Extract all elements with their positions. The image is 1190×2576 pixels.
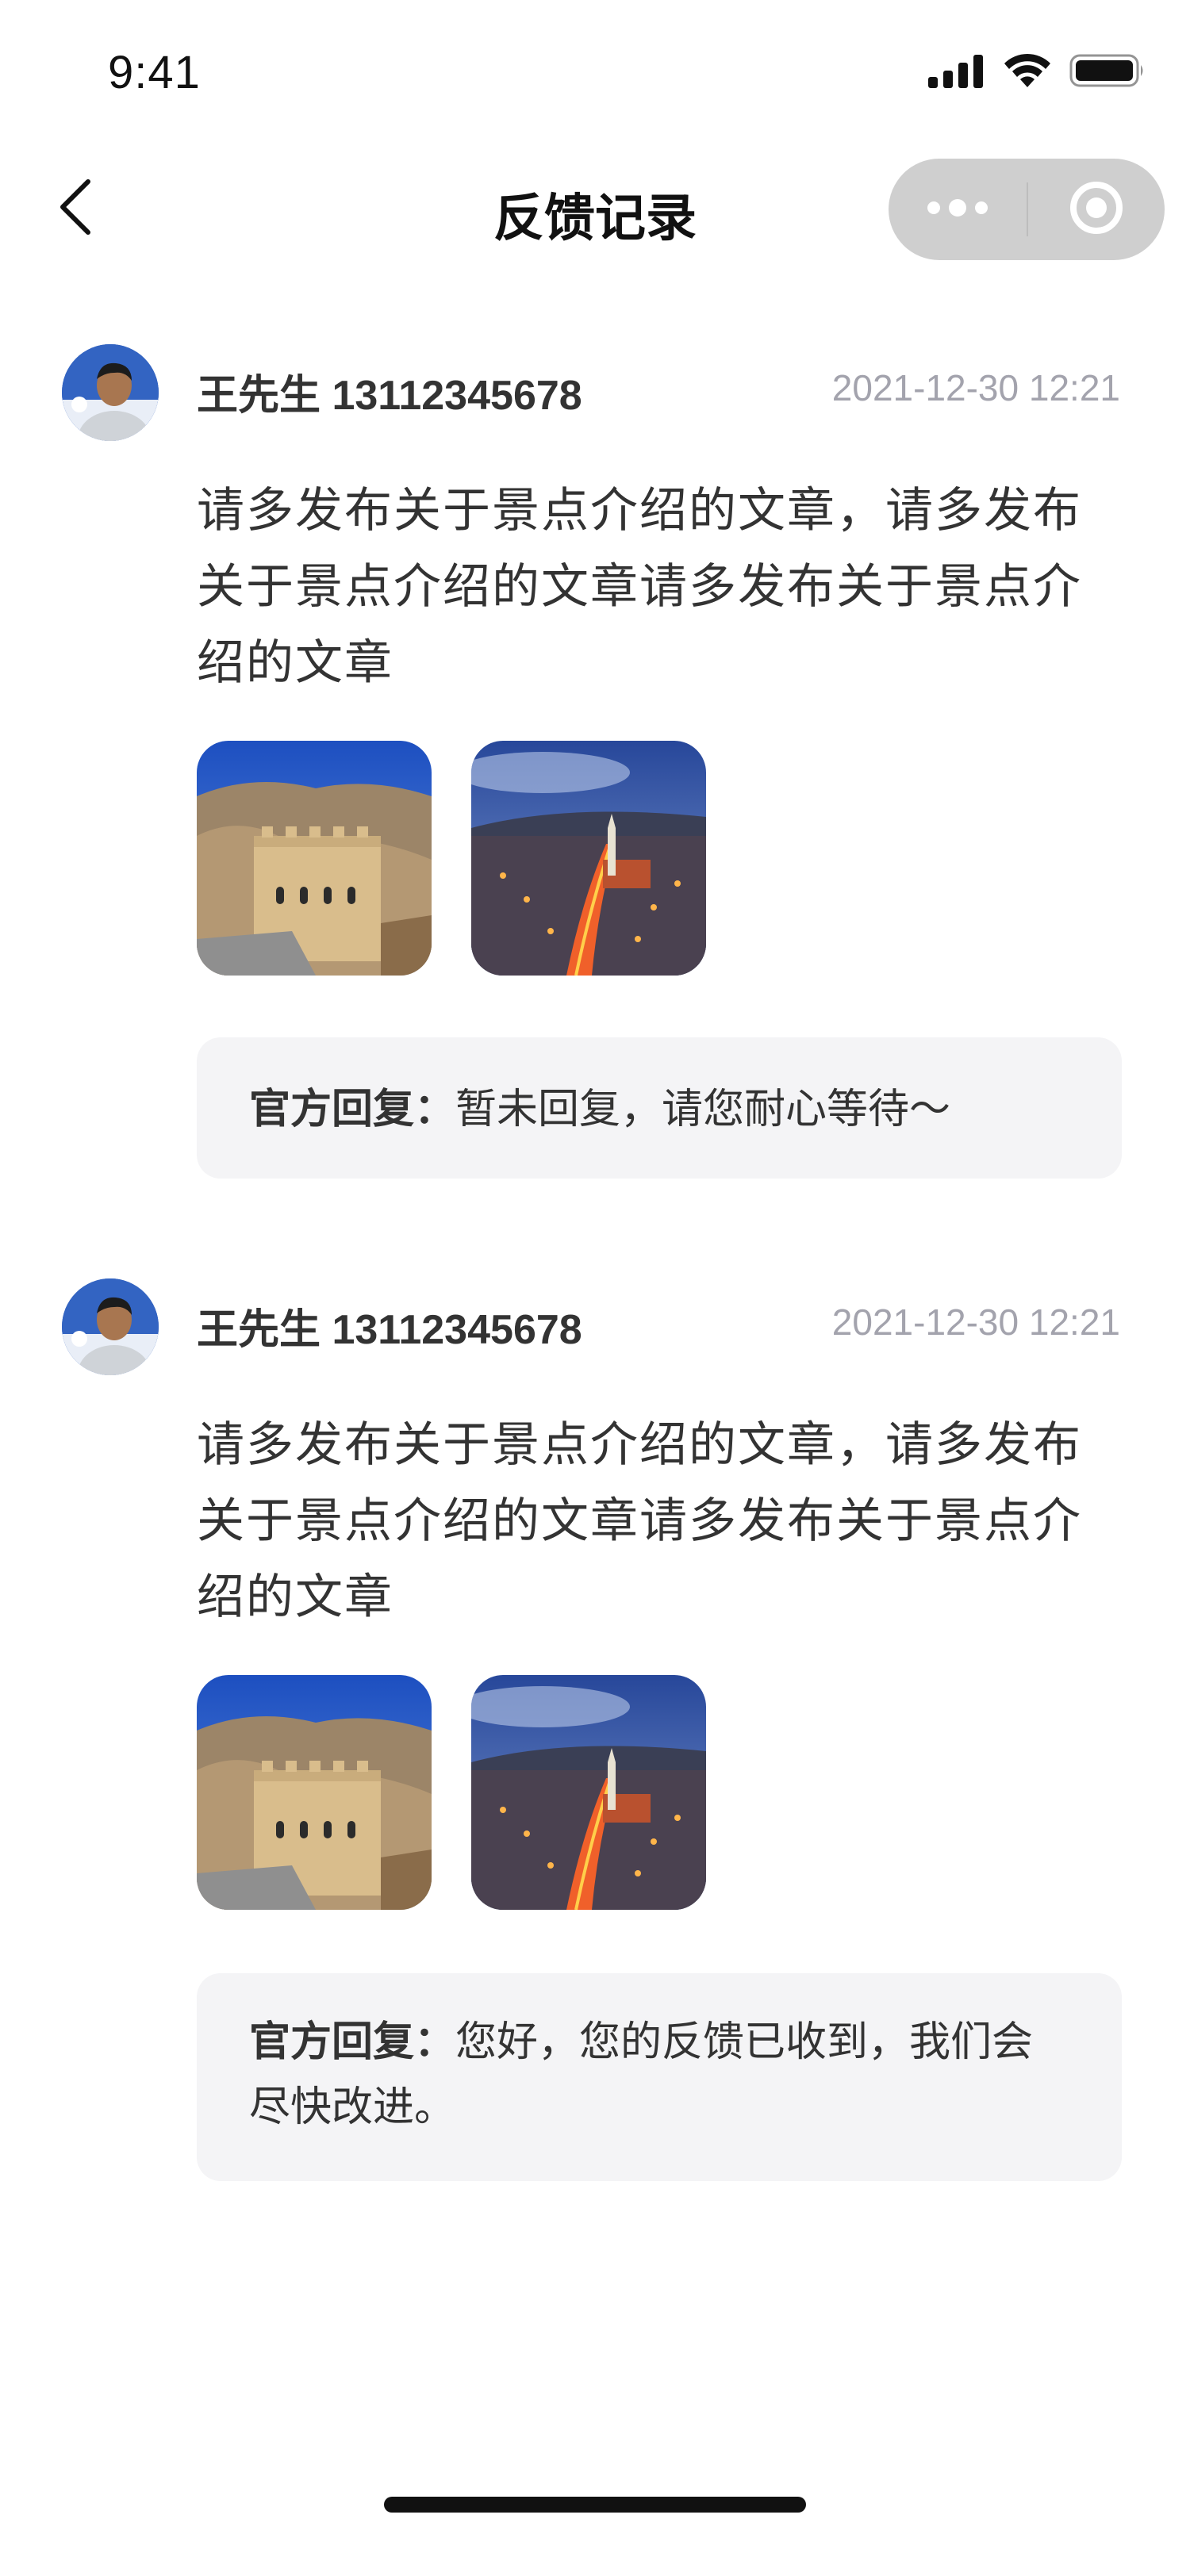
status-icons [928, 52, 1146, 93]
feedback-time: 2021-12-30 12:21 [831, 1301, 1120, 1343]
more-dots-icon [926, 198, 989, 221]
great-wall-photo[interactable] [197, 741, 432, 976]
wifi-icon [1003, 52, 1052, 93]
feedback-time: 2021-12-30 12:21 [831, 367, 1120, 408]
city-night-photo[interactable] [471, 741, 706, 976]
status-time: 9:41 [108, 47, 201, 98]
avatar [62, 1278, 159, 1375]
avatar [62, 344, 159, 441]
battery-icon [1069, 52, 1146, 93]
more-button[interactable] [889, 159, 1027, 260]
user-name: 王先生 13112345678 [197, 373, 582, 419]
great-wall-photo[interactable] [197, 1675, 432, 1910]
city-night-photo[interactable] [471, 1675, 706, 1910]
official-reply: 官方回复：暂未回复，请您耐心等待～ [197, 1037, 1122, 1179]
feedback-content: 请多发布关于景点介绍的文章，请多发布关于景点介绍的文章请多发布关于景点介绍的文章 [197, 1418, 1082, 1623]
mini-program-capsule [889, 159, 1165, 260]
reply-label: 官方回复： [249, 2019, 456, 2065]
close-target-icon [1069, 180, 1124, 240]
official-reply: 官方回复：您好，您的反馈已收到，我们会尽快改进。 [197, 1973, 1122, 2181]
user-name: 王先生 13112345678 [197, 1307, 582, 1353]
cellular-signal-icon [928, 53, 985, 92]
home-indicator [384, 2497, 806, 2513]
navigation-bar: 反馈记录 [0, 151, 1190, 270]
feedback-item: 王先生 13112345678 2021-12-30 12:21 请多发布关于景… [0, 333, 1190, 1190]
reply-text: 暂未回复，请您耐心等待～ [455, 1087, 951, 1133]
feedback-records-page: 9:41 反馈记录 王先生 13112345678 2021-12-30 12:… [0, 0, 1190, 2576]
close-button[interactable] [1028, 159, 1165, 260]
reply-label: 官方回复： [249, 1087, 456, 1133]
feedback-content: 请多发布关于景点介绍的文章，请多发布关于景点介绍的文章请多发布关于景点介绍的文章 [197, 484, 1082, 689]
feedback-item: 王先生 13112345678 2021-12-30 12:21 请多发布关于景… [0, 1267, 1190, 2203]
status-bar: 9:41 [0, 0, 1190, 151]
